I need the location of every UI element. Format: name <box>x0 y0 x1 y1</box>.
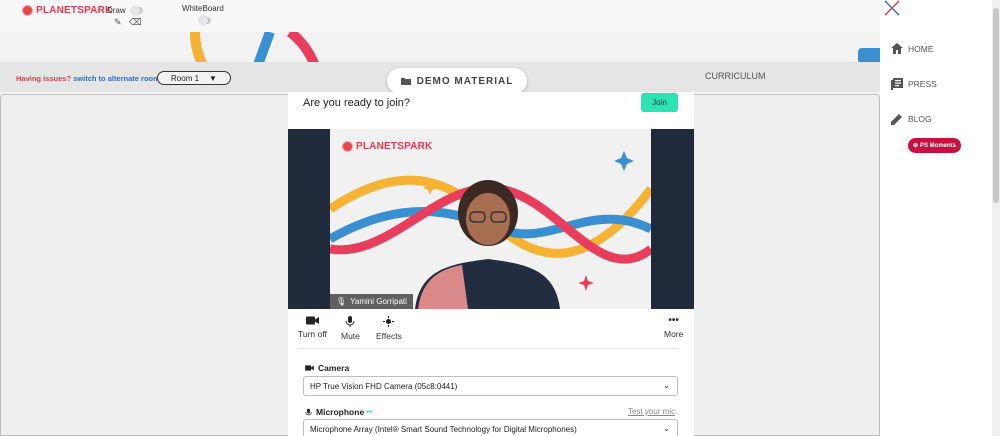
turn-off-label: Turn off <box>298 329 327 339</box>
logo-text: PLANETSPARK <box>36 5 113 16</box>
join-button[interactable]: Join <box>641 93 678 112</box>
camera-label-text: Camera <box>318 363 350 373</box>
effects-button[interactable]: Effects <box>376 316 402 341</box>
issues-prefix: Having issues? <box>16 74 72 83</box>
turn-off-camera-button[interactable]: Turn off <box>298 316 327 339</box>
more-button[interactable]: ••• More <box>664 315 684 340</box>
divider <box>298 348 678 349</box>
eraser-icon[interactable]: ⌫ <box>129 17 142 28</box>
close-icon[interactable] <box>884 0 900 16</box>
video-logo-text: PLANETSPARK <box>356 141 433 152</box>
mute-label: Mute <box>341 331 360 341</box>
right-sidebar <box>880 0 1000 436</box>
sidebar-item-blog[interactable]: BLOG <box>891 113 932 125</box>
participant-name: Yamini Gorripati <box>350 297 407 306</box>
folder-icon <box>400 78 411 85</box>
microphone-select-value: Microphone Array (Intel® Smart Sound Tec… <box>310 424 577 434</box>
draw-toggle[interactable] <box>131 6 143 15</box>
camera-icon <box>305 316 319 325</box>
microphone-label: Microphone <box>305 407 364 417</box>
microphone-label-text: Microphone <box>316 407 365 417</box>
draw-label: Draw <box>107 6 126 15</box>
caret-down-icon: ▼ <box>209 73 217 83</box>
planetspark-logo: PLANETSPARK <box>22 5 112 16</box>
mute-button[interactable]: Mute <box>341 316 360 341</box>
home-icon <box>891 43 903 54</box>
blog-label: BLOG <box>908 114 932 124</box>
demo-material-button[interactable]: DEMO MATERIAL <box>387 68 527 94</box>
more-icon: ••• <box>668 315 679 326</box>
participant-name-tag: 🎙 Yamini Gorripati <box>330 294 413 309</box>
camera-select[interactable]: HP True Vision FHD Camera (05c8:0441) ⌄ <box>303 376 678 396</box>
room-select-value: Room 1 <box>171 73 200 83</box>
camera-small-icon <box>305 365 314 371</box>
pencil-icon[interactable]: ✎ <box>114 17 122 28</box>
issues-message: Having issues? switch to alternate room <box>16 74 160 83</box>
page: PLANETSPARK Draw ✎ ⌫ WhiteBoard Having i… <box>0 0 1000 436</box>
logo-mascot-icon <box>22 5 33 16</box>
sidebar-item-press[interactable]: PRESS <box>891 78 937 90</box>
top-toolbar: PLANETSPARK Draw ✎ ⌫ WhiteBoard <box>0 0 880 32</box>
microphone-small-icon <box>305 408 312 415</box>
scrollbar-thumb[interactable] <box>993 8 999 203</box>
test-mic-link[interactable]: Test your mic <box>628 407 675 416</box>
ps-moments-label: PS Moments <box>920 142 957 149</box>
sparkle-icon <box>383 316 395 327</box>
pencil-icon <box>891 114 902 125</box>
mic-level-indicator: ••• <box>366 409 372 416</box>
sidebar-item-home[interactable]: HOME <box>891 43 934 54</box>
video-preview: PLANETSPARK <box>288 129 694 309</box>
camera-select-value: HP True Vision FHD Camera (05c8:0441) <box>310 381 458 391</box>
ps-moments-icon: ⊕ <box>912 143 918 149</box>
curriculum-tab[interactable]: CURRICULUM <box>705 71 766 81</box>
press-label: PRESS <box>908 79 937 89</box>
more-label: More <box>664 329 684 339</box>
microphone-small-icon: 🎙 <box>336 297 347 306</box>
video-logo: PLANETSPARK <box>342 141 432 152</box>
whiteboard-label: WhiteBoard <box>182 4 224 13</box>
whiteboard-toggle[interactable] <box>199 16 211 25</box>
alternate-room-link[interactable]: switch to alternate room <box>73 74 160 83</box>
room-select[interactable]: Room 1 ▼ <box>157 71 231 85</box>
join-title: Are you ready to join? <box>303 97 411 109</box>
ps-moments-button[interactable]: ⊕ PS Moments <box>908 138 961 153</box>
chevron-down-icon: ⌄ <box>663 424 670 433</box>
effects-label: Effects <box>376 331 402 341</box>
demo-material-label: DEMO MATERIAL <box>416 75 514 87</box>
press-icon <box>891 78 903 90</box>
microphone-select[interactable]: Microphone Array (Intel® Smart Sound Tec… <box>303 419 678 436</box>
home-label: HOME <box>908 43 934 54</box>
chevron-down-icon: ⌄ <box>663 381 670 390</box>
camera-label: Camera <box>305 363 349 373</box>
video-logo-mascot-icon <box>342 141 353 152</box>
microphone-icon <box>345 316 355 327</box>
video-feed: PLANETSPARK <box>330 129 651 309</box>
